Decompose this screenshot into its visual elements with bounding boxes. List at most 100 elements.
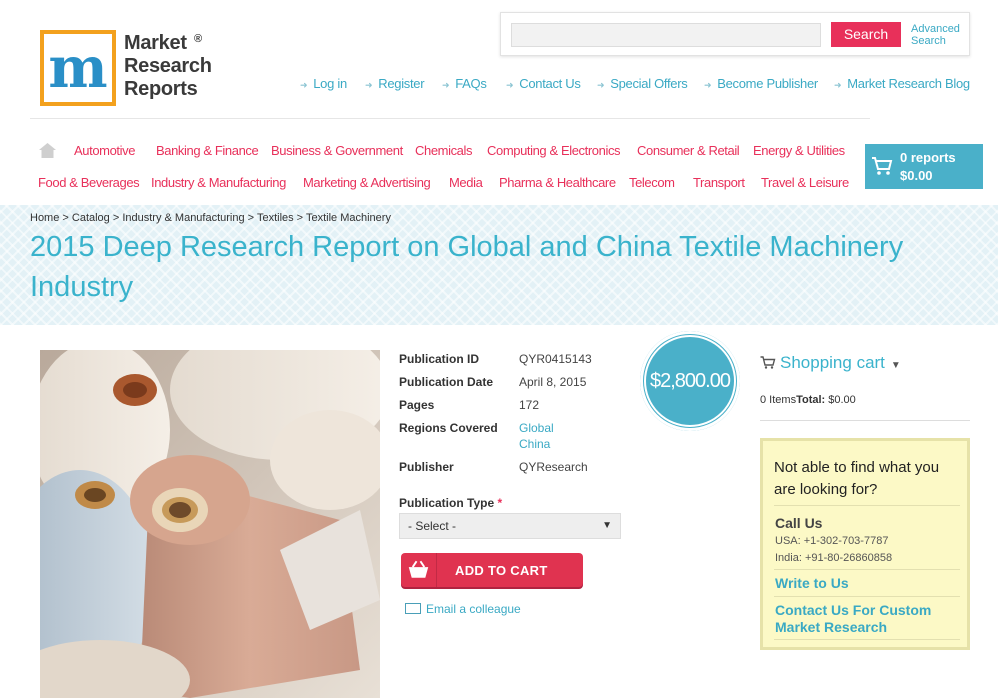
contact-us-link-label: Contact Us xyxy=(519,76,581,91)
region-link-global[interactable]: Global xyxy=(519,421,554,435)
help-divider xyxy=(774,639,960,640)
chevron-down-icon: ▼ xyxy=(890,360,901,371)
arrow-icon: ➜ xyxy=(442,80,450,90)
phone-usa: USA: +1-302-703-7787 xyxy=(775,535,889,547)
logo-line-3: Reports xyxy=(124,78,198,100)
search-input[interactable] xyxy=(511,23,821,47)
cart-total-label: Total: xyxy=(796,394,826,406)
category-consumer-retail[interactable]: Consumer & Retail xyxy=(637,143,740,158)
category-energy-utilities[interactable]: Energy & Utilities xyxy=(753,143,845,158)
custom-research-link[interactable]: Contact Us For Custom Market Research xyxy=(775,602,955,636)
logo-monogram: m xyxy=(40,30,116,106)
help-divider xyxy=(774,569,960,570)
header-divider xyxy=(30,118,870,119)
logo-line-2: Research xyxy=(124,55,212,77)
header-cart-count: 0 reports xyxy=(900,150,956,165)
add-to-cart-label: ADD TO CART xyxy=(455,563,548,578)
cart-total-value: $0.00 xyxy=(828,394,856,406)
basket-icon xyxy=(408,553,437,587)
logo-monogram-letter: m xyxy=(48,35,108,101)
detail-label: Publisher xyxy=(399,460,454,474)
sidebar-divider xyxy=(760,420,970,421)
home-icon[interactable] xyxy=(39,143,56,158)
phone-india: India: +91-80-26860858 xyxy=(775,552,893,564)
become-publisher-link[interactable]: ➜ Become Publisher xyxy=(704,76,818,91)
detail-label: Publication ID xyxy=(399,352,480,366)
arrow-icon: ➜ xyxy=(300,80,308,90)
contact-us-link[interactable]: ➜ Contact Us xyxy=(506,76,581,91)
category-banking-finance[interactable]: Banking & Finance xyxy=(156,143,259,158)
arrow-icon: ➜ xyxy=(506,80,514,90)
detail-value: QYResearch xyxy=(519,460,588,474)
arrow-icon: ➜ xyxy=(834,80,842,90)
write-to-us-link[interactable]: Write to Us xyxy=(775,575,849,592)
cart-items-count: 0 Items xyxy=(760,394,797,406)
help-box: Not able to find what you are looking fo… xyxy=(760,438,970,650)
category-food-beverages[interactable]: Food & Beverages xyxy=(38,175,140,190)
category-telecom[interactable]: Telecom xyxy=(629,175,675,190)
publication-type-text: Publication Type xyxy=(399,496,495,510)
category-industry-manufacturing[interactable]: Industry & Manufacturing xyxy=(151,175,286,190)
help-title: Not able to find what you are looking fo… xyxy=(774,459,940,498)
category-chemicals[interactable]: Chemicals xyxy=(415,143,472,158)
email-colleague-link[interactable]: Email a colleague xyxy=(405,602,521,616)
category-transport[interactable]: Transport xyxy=(693,175,745,190)
category-pharma-healthcare[interactable]: Pharma & Healthcare xyxy=(499,175,616,190)
price-value: $2,800.00 xyxy=(644,335,736,427)
category-marketing-advertising[interactable]: Marketing & Advertising xyxy=(303,175,431,190)
shopping-cart-toggle[interactable]: Shopping cart ▼ xyxy=(760,353,901,373)
detail-label: Regions Covered xyxy=(399,421,498,435)
help-divider xyxy=(774,505,960,506)
envelope-icon xyxy=(405,603,421,614)
category-automotive[interactable]: Automotive xyxy=(74,143,135,158)
publication-type-selected: - Select - xyxy=(408,519,457,533)
arrow-icon: ➜ xyxy=(704,80,712,90)
login-link-label: Log in xyxy=(313,76,347,91)
cart-icon xyxy=(872,157,893,175)
cart-icon xyxy=(760,356,776,369)
faqs-link-label: FAQs xyxy=(455,76,487,91)
price-badge: $2,800.00 xyxy=(640,331,740,431)
product-image xyxy=(40,350,380,698)
title-banner: Home > Catalog > Industry & Manufacturin… xyxy=(0,205,998,325)
special-offers-link[interactable]: ➜ Special Offers xyxy=(597,76,688,91)
page: m Market Research Reports ® Search Advan… xyxy=(0,0,998,698)
header-cart-button[interactable]: 0 reports $0.00 xyxy=(865,144,983,189)
logo-wordmark: Market Research Reports ® xyxy=(124,32,212,101)
category-computing-electronics[interactable]: Computing & Electronics xyxy=(487,143,621,158)
advanced-search-link[interactable]: Advanced Search xyxy=(911,23,971,47)
region-link-china[interactable]: China xyxy=(519,437,550,451)
required-mark: * xyxy=(497,496,503,510)
detail-label: Publication Date xyxy=(399,375,494,389)
category-media[interactable]: Media xyxy=(449,175,483,190)
publication-type-select[interactable]: - Select - ▼ xyxy=(399,513,621,539)
faqs-link[interactable]: ➜ FAQs xyxy=(442,76,487,91)
help-divider xyxy=(774,596,960,597)
publication-type-label: Publication Type * xyxy=(399,496,502,510)
header-cart-total: $0.00 xyxy=(900,168,933,183)
login-link[interactable]: ➜ Log in xyxy=(300,76,347,91)
page-title: 2015 Deep Research Report on Global and … xyxy=(30,231,904,303)
register-link[interactable]: ➜ Register xyxy=(365,76,425,91)
category-travel-leisure[interactable]: Travel & Leisure xyxy=(761,175,849,190)
detail-value: 172 xyxy=(519,398,540,412)
site-logo[interactable]: m Market Research Reports ® xyxy=(40,30,215,110)
arrow-icon: ➜ xyxy=(365,80,373,90)
call-us-heading: Call Us xyxy=(775,515,823,531)
detail-value: QYR0415143 xyxy=(519,352,592,366)
email-colleague-label: Email a colleague xyxy=(426,602,521,616)
search-button[interactable]: Search xyxy=(831,22,901,47)
blog-link[interactable]: ➜ Market Research Blog xyxy=(834,76,970,91)
cart-summary: 0 ItemsTotal: $0.00 xyxy=(760,394,856,406)
shopping-cart-label: Shopping cart xyxy=(780,353,885,372)
breadcrumb[interactable]: Home > Catalog > Industry & Manufacturin… xyxy=(30,212,391,224)
top-nav: ➜ Log in ➜ Register ➜ FAQs ➜ Contact Us ➜ Spe… xyxy=(300,76,980,92)
become-publisher-link-label: Become Publisher xyxy=(717,76,818,91)
detail-value: April 8, 2015 xyxy=(519,375,587,389)
add-to-cart-button[interactable]: ADD TO CART xyxy=(401,553,583,587)
arrow-icon: ➜ xyxy=(597,80,605,90)
register-link-label: Register xyxy=(378,76,425,91)
detail-label: Pages xyxy=(399,398,435,412)
category-business-government[interactable]: Business & Government xyxy=(271,143,403,158)
special-offers-link-label: Special Offers xyxy=(610,76,688,91)
